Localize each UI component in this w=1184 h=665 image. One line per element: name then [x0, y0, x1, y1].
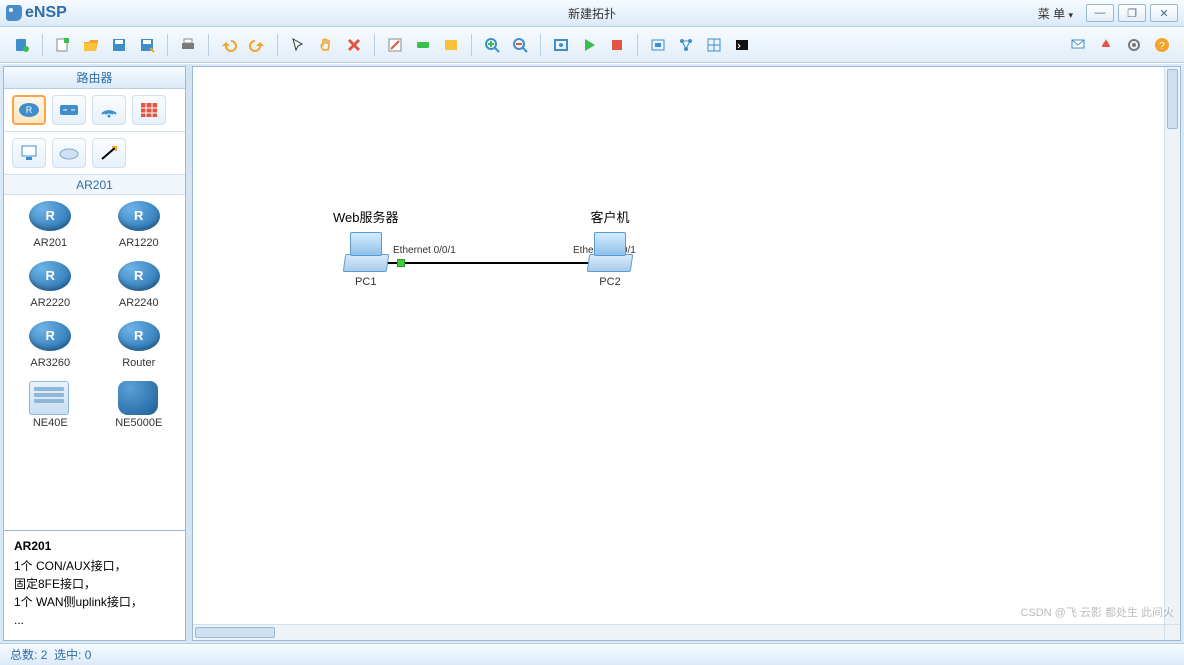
- device-ar2220[interactable]: AR2220: [8, 261, 93, 309]
- node-pc2-title: 客户机: [590, 207, 629, 226]
- window-title: 新建拓扑: [568, 5, 616, 22]
- titlebar: eNSP 新建拓扑 菜 单 ▾ — ❐ ✕: [0, 0, 1184, 27]
- node-pc1-label: PC1: [355, 276, 376, 288]
- watermark: CSDN @飞 云影 都处生 此间火: [1020, 604, 1174, 620]
- grid-button[interactable]: [702, 33, 726, 57]
- pan-button[interactable]: [314, 33, 338, 57]
- info-title: AR201: [14, 539, 175, 553]
- category-row-1: R: [4, 89, 185, 132]
- status-total-label: 总数:: [10, 646, 37, 663]
- device-info-box: AR201 1个 CON/AUX接口， 固定8FE接口， 1个 WAN侧upli…: [4, 530, 185, 640]
- help-button[interactable]: ?: [1150, 33, 1174, 57]
- brush-button[interactable]: [383, 33, 407, 57]
- cat-link[interactable]: [92, 138, 126, 168]
- redo-button[interactable]: [245, 33, 269, 57]
- cat-firewall[interactable]: [132, 95, 166, 125]
- sidebar-header: 路由器: [4, 67, 185, 89]
- node-pc2[interactable]: 客户机 PC2: [588, 207, 632, 288]
- huawei-button[interactable]: [1094, 33, 1118, 57]
- pc-icon: [588, 232, 632, 272]
- menu-button[interactable]: 菜 单 ▾: [1029, 2, 1082, 25]
- saveas-button[interactable]: [135, 33, 159, 57]
- message-button[interactable]: [1066, 33, 1090, 57]
- start-button[interactable]: [577, 33, 601, 57]
- cat-pc[interactable]: [12, 138, 46, 168]
- scroll-corner: [1164, 624, 1180, 640]
- zoom-out-button[interactable]: [508, 33, 532, 57]
- canvas-wrap: Ethernet 0/0/1 Ethernet 0/0/1 Web服务器 PC1…: [192, 66, 1181, 641]
- note-button[interactable]: [439, 33, 463, 57]
- ethernet-link[interactable]: [378, 262, 613, 264]
- device-router[interactable]: Router: [97, 321, 182, 369]
- capture-button[interactable]: [646, 33, 670, 57]
- device-ar2240[interactable]: AR2240: [97, 261, 182, 309]
- open-button[interactable]: [79, 33, 103, 57]
- vertical-scrollbar[interactable]: [1164, 67, 1180, 624]
- pc-icon: [344, 232, 388, 272]
- device-ar3260[interactable]: AR3260: [8, 321, 93, 369]
- cli-button[interactable]: [730, 33, 754, 57]
- status-sel-label: 选中:: [54, 646, 81, 663]
- topology-canvas[interactable]: Ethernet 0/0/1 Ethernet 0/0/1 Web服务器 PC1…: [193, 67, 1180, 640]
- status-total-value: 2: [41, 648, 48, 662]
- minimize-button[interactable]: —: [1086, 4, 1114, 22]
- maximize-button[interactable]: ❐: [1118, 4, 1146, 22]
- device-ne5000e[interactable]: NE5000E: [97, 381, 182, 429]
- new-topo-button[interactable]: [10, 33, 34, 57]
- port-label-pc1: Ethernet 0/0/1: [393, 245, 456, 256]
- category-row-2: [4, 132, 185, 175]
- info-line-1: 1个 CON/AUX接口，: [14, 557, 175, 575]
- info-line-4: ...: [14, 611, 175, 629]
- close-button[interactable]: ✕: [1150, 4, 1178, 22]
- app-logo: eNSP: [6, 4, 67, 22]
- undo-button[interactable]: [217, 33, 241, 57]
- settings-button[interactable]: [1122, 33, 1146, 57]
- save-button[interactable]: [107, 33, 131, 57]
- statusbar: 总数: 2 选中: 0: [0, 643, 1184, 665]
- zoom-in-button[interactable]: [480, 33, 504, 57]
- main-area: 路由器 R AR201 AR201 AR1220 AR2220 AR2240 A…: [0, 63, 1184, 643]
- node-pc1[interactable]: Web服务器 PC1: [333, 207, 399, 288]
- layout-button[interactable]: [674, 33, 698, 57]
- device-list[interactable]: AR201 AR1220 AR2220 AR2240 AR3260 Router…: [4, 195, 185, 530]
- cat-switch[interactable]: [52, 95, 86, 125]
- info-line-3: 1个 WAN侧uplink接口，: [14, 593, 175, 611]
- text-button[interactable]: [411, 33, 435, 57]
- node-pc1-title: Web服务器: [333, 207, 399, 226]
- svg-text:?: ?: [1159, 41, 1165, 52]
- node-pc2-label: PC2: [599, 276, 620, 288]
- device-ne40e[interactable]: NE40E: [8, 381, 93, 429]
- pointer-button[interactable]: [286, 33, 310, 57]
- new-button[interactable]: [51, 33, 75, 57]
- cat-cloud[interactable]: [52, 138, 86, 168]
- sidebar: 路由器 R AR201 AR201 AR1220 AR2220 AR2240 A…: [3, 66, 186, 641]
- cat-router[interactable]: R: [12, 95, 46, 125]
- horizontal-scrollbar[interactable]: [193, 624, 1164, 640]
- device-ar1220[interactable]: AR1220: [97, 201, 182, 249]
- device-ar201[interactable]: AR201: [8, 201, 93, 249]
- fit-button[interactable]: [549, 33, 573, 57]
- info-line-2: 固定8FE接口，: [14, 575, 175, 593]
- sidebar-subheader: AR201: [4, 175, 185, 195]
- app-name: eNSP: [25, 4, 67, 22]
- delete-button[interactable]: [342, 33, 366, 57]
- cat-wlan[interactable]: [92, 95, 126, 125]
- status-sel-value: 0: [85, 648, 92, 662]
- stop-button[interactable]: [605, 33, 629, 57]
- logo-icon: [6, 5, 22, 21]
- toolbar: ?: [0, 27, 1184, 63]
- print-button[interactable]: [176, 33, 200, 57]
- svg-text:R: R: [26, 105, 33, 115]
